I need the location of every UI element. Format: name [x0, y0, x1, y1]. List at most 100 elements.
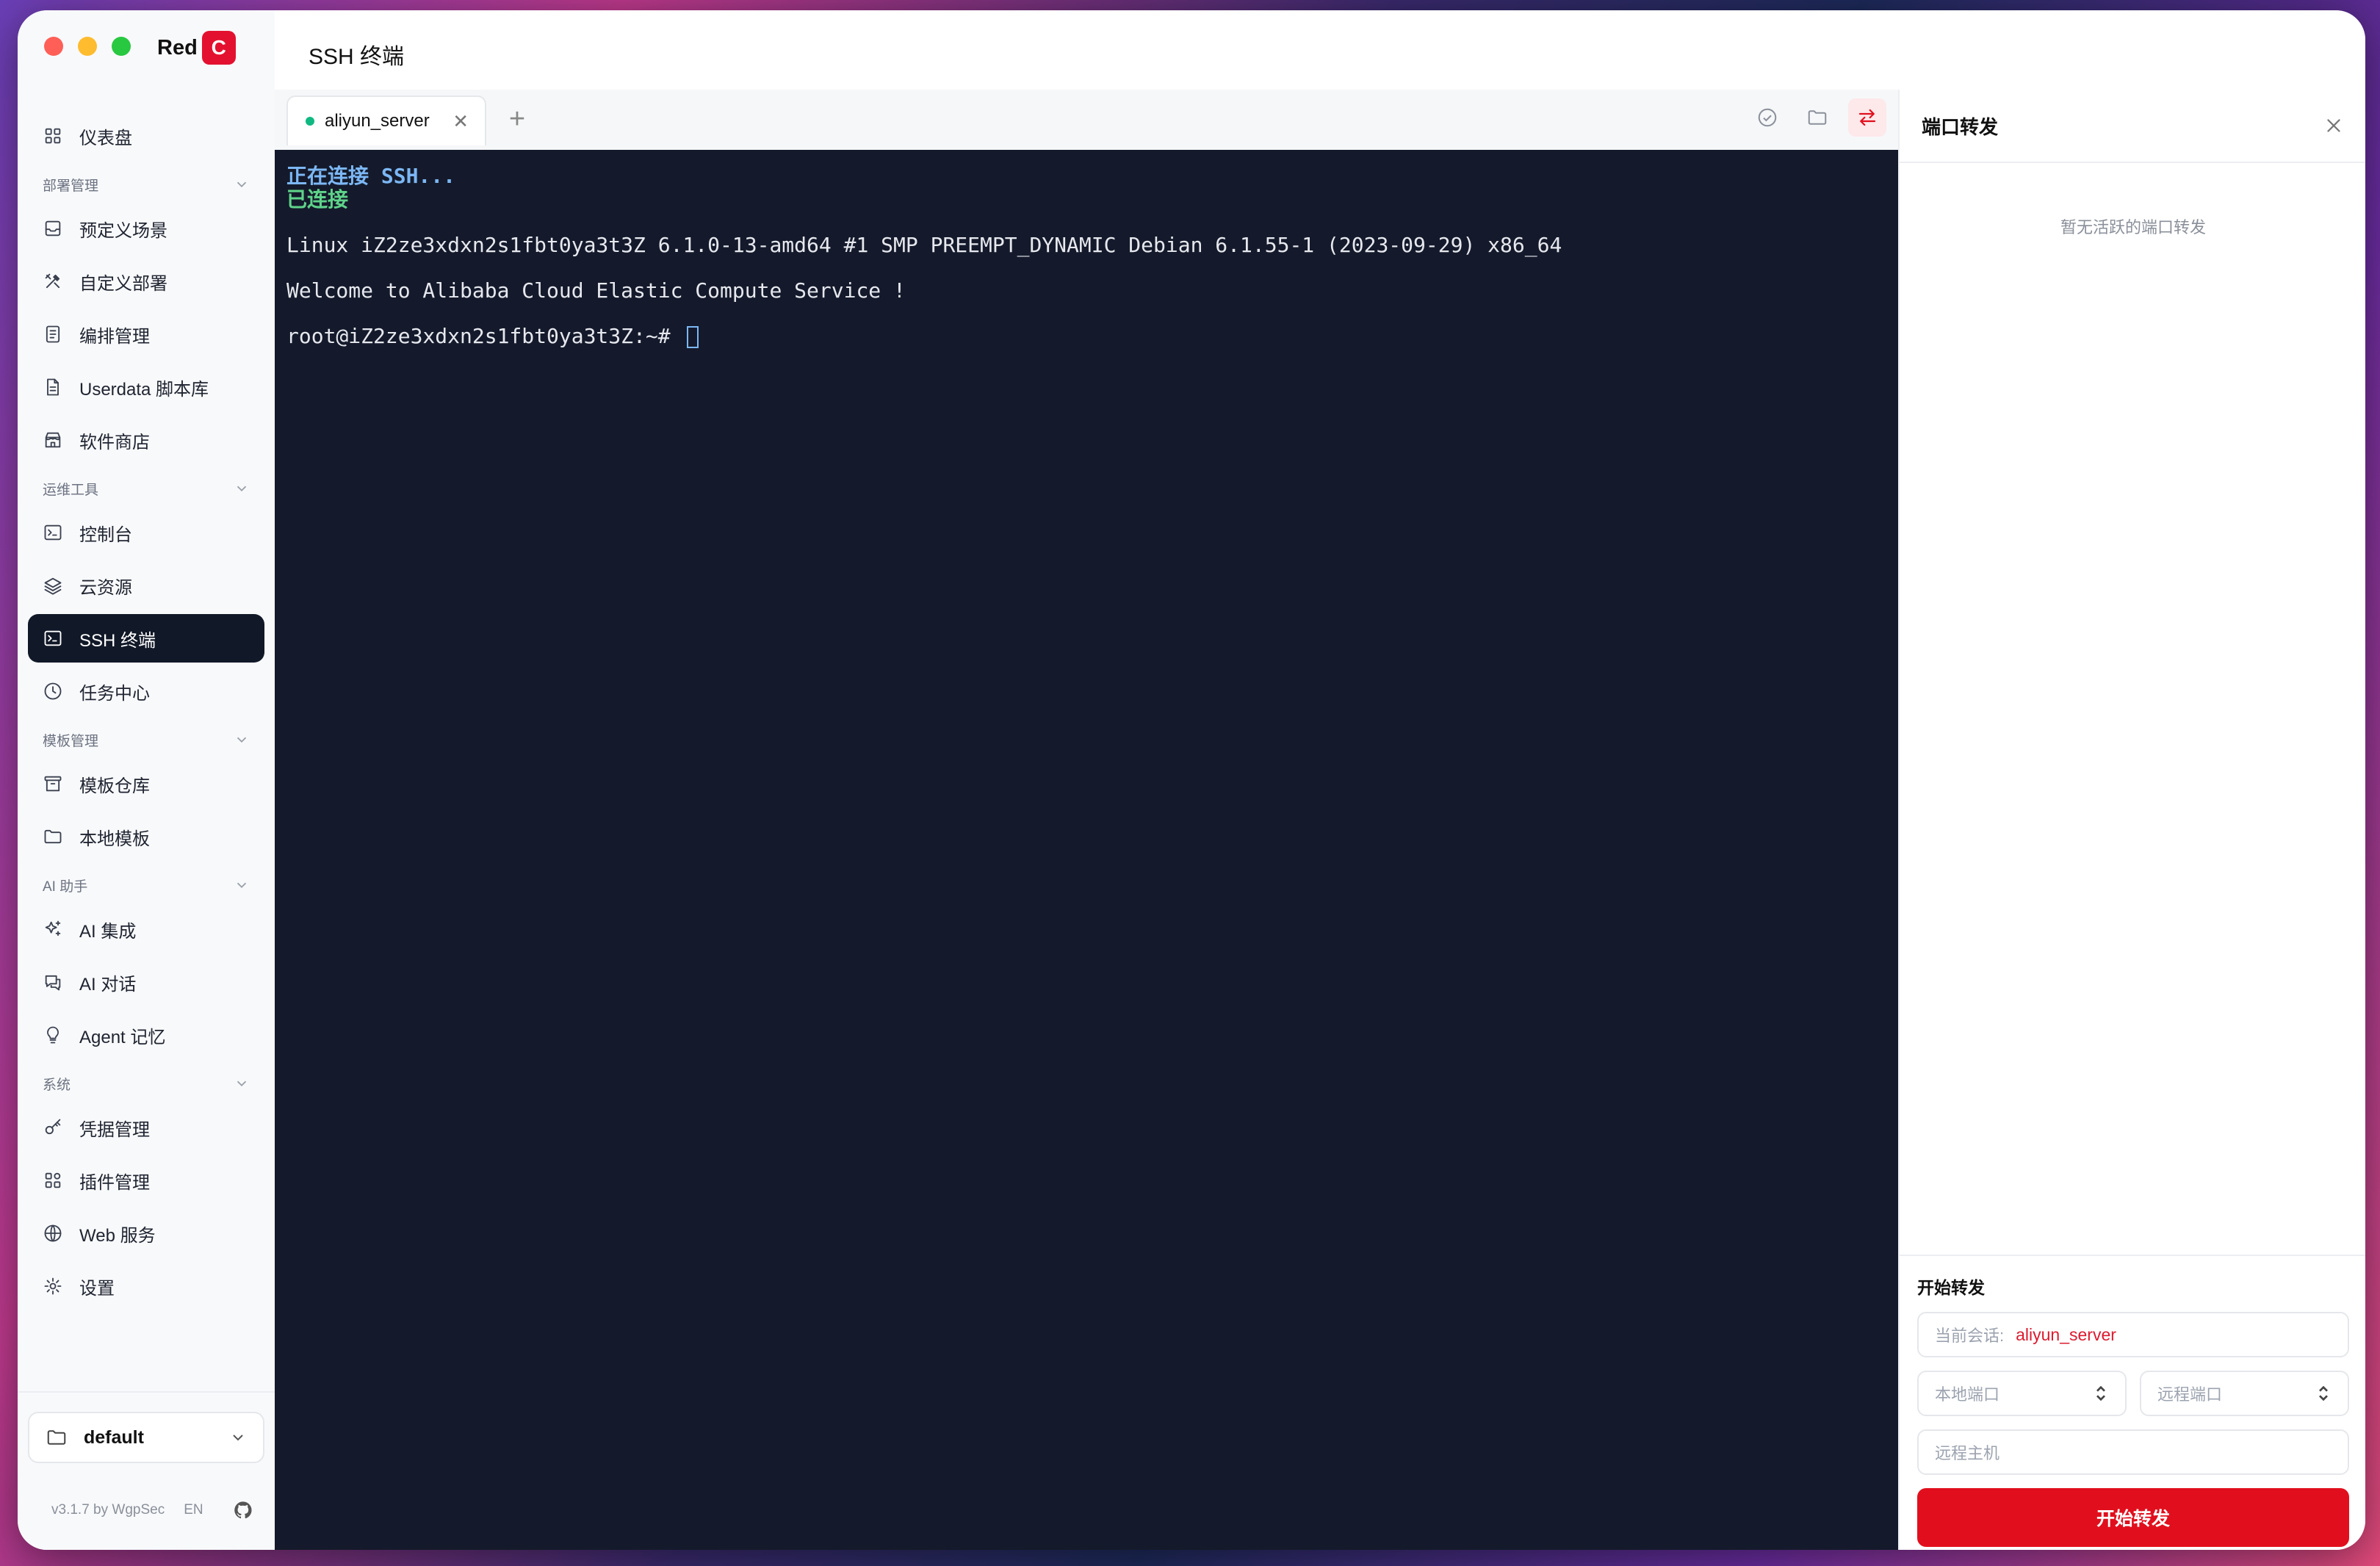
nav-group-label: 部署管理 — [43, 178, 99, 194]
terminal-text: Welcome to Alibaba Cloud Elastic Compute… — [286, 278, 906, 303]
workspace-name: default — [84, 1426, 144, 1448]
terminal-line: Welcome to Alibaba Cloud Elastic Compute… — [286, 279, 1886, 303]
sidebar-item-label: AI 对话 — [79, 974, 137, 995]
terminal-line: 正在连接 SSH... — [286, 165, 1886, 188]
sidebar-item-label: 任务中心 — [79, 683, 150, 704]
app-window: Red C 仪表盘部署管理预定义场景自定义部署编排管理 Userdata 脚本库软… — [18, 10, 2365, 1550]
sidebar-item[interactable]: 凭据管理 — [28, 1103, 264, 1152]
session-value: aliyun_server — [2016, 1324, 2116, 1344]
inbox-icon — [45, 220, 61, 237]
archive-icon — [44, 776, 62, 792]
sidebar-item-label: 编排管理 — [79, 326, 150, 347]
stepper-icon[interactable] — [2315, 1382, 2332, 1404]
session-label: 当前会话: — [1935, 1327, 2005, 1345]
sidebar-item[interactable]: 预定义场景 — [28, 204, 264, 253]
document-icon — [46, 325, 60, 343]
nav-group-header[interactable]: 系统 — [28, 1064, 264, 1103]
close-window-button[interactable] — [44, 37, 63, 56]
nav-group-header[interactable]: 模板管理 — [28, 720, 264, 759]
sidebar-item[interactable]: 模板仓库 — [28, 759, 264, 808]
maximize-window-button[interactable] — [112, 37, 131, 56]
stepper-icon[interactable] — [2093, 1382, 2109, 1404]
add-tab-button[interactable]: + — [502, 104, 532, 134]
chevron-down-icon — [237, 181, 247, 188]
close-tab-icon[interactable]: ✕ — [452, 110, 469, 133]
sidebar-item-label: 仪表盘 — [79, 128, 132, 148]
terminal-icon — [44, 630, 62, 646]
panel-title: 端口转发 — [1922, 115, 1999, 138]
sidebar-item[interactable]: 设置 — [28, 1262, 264, 1310]
chevron-down-icon — [237, 1080, 247, 1087]
local-port-input[interactable]: 本地端口 — [1917, 1371, 2127, 1416]
sidebar-item[interactable]: Web 服务 — [28, 1209, 264, 1258]
sidebar-item[interactable]: Agent 记忆 — [28, 1011, 264, 1059]
tab-aliyun-server[interactable]: aliyun_server ✕ — [286, 95, 486, 145]
file-manager-button[interactable] — [1798, 98, 1836, 137]
chevron-down-icon — [237, 882, 247, 889]
nav-group-header[interactable]: 部署管理 — [28, 165, 264, 204]
sidebar-item[interactable]: 自定义部署 — [28, 257, 264, 306]
chevron-down-icon — [237, 737, 247, 743]
sidebar-item[interactable]: 控制台 — [28, 508, 264, 557]
version-label: v3.1.7 by WgpSec — [51, 1502, 165, 1518]
store-icon — [45, 432, 61, 448]
sidebar-item[interactable]: 本地模板 — [28, 812, 264, 861]
terminal-tabbar: aliyun_server ✕ + — [275, 90, 1898, 151]
folder-icon — [44, 829, 62, 844]
sidebar-item-label: 控制台 — [79, 524, 132, 545]
sidebar-item-label: 模板仓库 — [79, 776, 150, 796]
sidebar-item-label: 自定义部署 — [79, 273, 167, 294]
sidebar-item[interactable]: 软件商店 — [28, 416, 264, 464]
app-logo: Red C — [157, 31, 236, 65]
brand-name: Red — [157, 35, 198, 59]
nav-group-label: AI 助手 — [43, 878, 88, 895]
port-forward-button[interactable] — [1848, 98, 1886, 137]
start-forward-button[interactable]: 开始转发 — [1917, 1488, 2349, 1547]
remote-host-placeholder: 远程主机 — [1935, 1444, 2000, 1462]
sidebar-item[interactable]: 编排管理 — [28, 310, 264, 358]
sidebar: Red C 仪表盘部署管理预定义场景自定义部署编排管理 Userdata 脚本库软… — [18, 10, 276, 1550]
folder-icon — [47, 1430, 66, 1445]
page-title: SSH 终端 — [309, 45, 405, 69]
top-header: SSH 终端 — [275, 10, 2365, 91]
sidebar-item[interactable]: AI 对话 — [28, 958, 264, 1006]
minimize-window-button[interactable] — [78, 37, 97, 56]
sidebar-item-label: 插件管理 — [79, 1172, 150, 1193]
check-circle-icon — [1758, 108, 1777, 127]
close-icon[interactable] — [2323, 115, 2345, 137]
clock-icon — [44, 682, 62, 700]
sidebar-item-label: 预定义场景 — [79, 220, 167, 241]
sidebar-item[interactable]: 云资源 — [28, 561, 264, 610]
sidebar-item[interactable]: SSH 终端 — [28, 614, 264, 663]
remote-port-input[interactable]: 远程端口 — [2140, 1371, 2349, 1416]
empty-state-text: 暂无活跃的端口转发 — [2060, 218, 2206, 237]
plugin-icon — [45, 1172, 61, 1188]
sidebar-item-label: Web 服务 — [79, 1225, 156, 1246]
terminal-text: root@iZ2ze3xdxn2s1fbt0ya3t3Z:~# — [286, 324, 683, 348]
workspace-selector[interactable]: default — [28, 1412, 264, 1463]
chevron-down-icon — [237, 486, 247, 492]
terminal-line: root@iZ2ze3xdxn2s1fbt0ya3t3Z:~# — [286, 325, 1886, 348]
terminal-cursor — [687, 326, 699, 348]
terminal-icon — [44, 524, 62, 541]
layers-icon — [44, 577, 62, 595]
sidebar-item[interactable]: 任务中心 — [28, 667, 264, 715]
remote-host-input[interactable]: 远程主机 — [1917, 1429, 2349, 1475]
sidebar-item[interactable]: AI 集成 — [28, 905, 264, 953]
nav-group-header[interactable]: 运维工具 — [28, 469, 264, 508]
language-toggle[interactable]: EN — [184, 1502, 203, 1518]
gear-icon — [44, 1277, 62, 1295]
sidebar-item[interactable]: 插件管理 — [28, 1156, 264, 1205]
sidebar-item[interactable]: 仪表盘 — [28, 112, 264, 160]
ssh-terminal[interactable]: 正在连接 SSH... 已连接 Linux iZ2ze3xdxn2s1fbt0ya3… — [275, 150, 1898, 1550]
sidebar-item[interactable]: Userdata 脚本库 — [28, 363, 264, 411]
globe-icon — [44, 1224, 62, 1242]
github-icon[interactable] — [233, 1500, 253, 1520]
nav-group-header[interactable]: AI 助手 — [28, 865, 264, 905]
dashboard-icon — [45, 128, 61, 144]
brand-badge: C — [201, 31, 236, 65]
status-check-button[interactable] — [1748, 98, 1786, 137]
sidebar-item-label: 凭据管理 — [79, 1119, 150, 1140]
